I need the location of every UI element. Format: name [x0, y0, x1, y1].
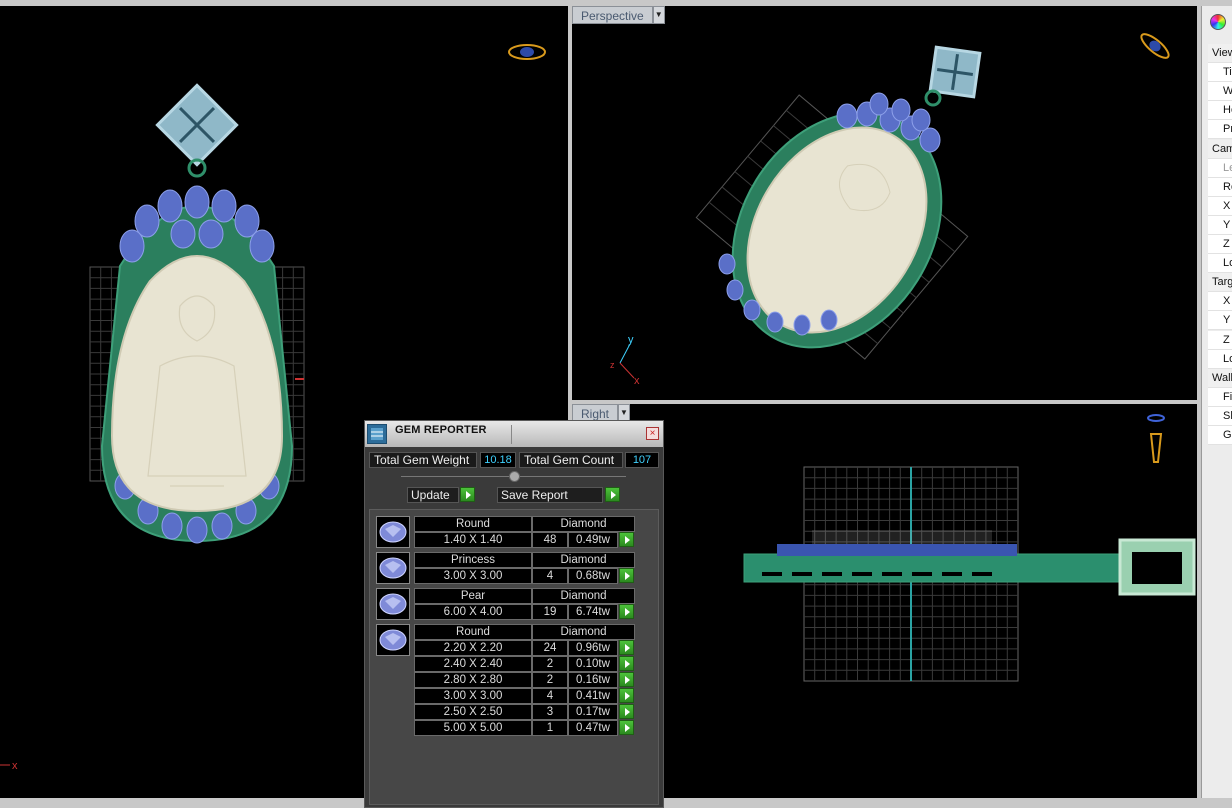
- property-row[interactable]: Tit: [1208, 63, 1232, 83]
- close-icon[interactable]: ×: [646, 427, 659, 440]
- gem-count: 4: [532, 568, 568, 584]
- right-viewport[interactable]: Right ▼: [572, 404, 1197, 798]
- gem-material: Diamond: [532, 624, 635, 640]
- property-row[interactable]: View: [1208, 44, 1232, 63]
- gem-shape: Round: [414, 624, 532, 640]
- gem-reporter-icon: [367, 424, 387, 444]
- total-gem-weight-value: 10.18: [480, 452, 516, 468]
- gem-weight: 0.47tw: [568, 720, 618, 736]
- gem-shape: Princess: [414, 552, 532, 568]
- gem-material: Diamond: [532, 588, 635, 604]
- property-row[interactable]: Gr: [1208, 426, 1232, 445]
- gem-weight: 0.68tw: [568, 568, 618, 584]
- total-gem-count-value: 107: [625, 452, 659, 468]
- gem-size: 2.40 X 2.40: [414, 656, 532, 672]
- gem-weight: 0.16tw: [568, 672, 618, 688]
- gem-count: 1: [532, 720, 568, 736]
- princess-gem-icon: [376, 552, 410, 584]
- gem-weight: 0.41tw: [568, 688, 618, 704]
- axis-x-label: x: [12, 760, 18, 772]
- property-row[interactable]: Lo: [1208, 349, 1232, 369]
- window-title: GEM REPORTER: [395, 424, 487, 436]
- gem-material: Diamond: [532, 552, 635, 568]
- gem-size: 1.40 X 1.40: [414, 532, 532, 548]
- gem-weight: 6.74tw: [568, 604, 618, 620]
- select-gems-arrow-icon[interactable]: [619, 640, 634, 655]
- gem-size: 6.00 X 4.00: [414, 604, 532, 620]
- chevron-down-icon[interactable]: ▼: [652, 6, 665, 24]
- gem-size: 2.20 X 2.20: [414, 640, 532, 656]
- update-arrow-icon[interactable]: [460, 487, 475, 502]
- round-gem-icon: [376, 624, 410, 656]
- save-report-button[interactable]: Save Report: [497, 487, 603, 503]
- select-gems-arrow-icon[interactable]: [619, 704, 634, 719]
- gem-count: 2: [532, 672, 568, 688]
- gem-count: 24: [532, 640, 568, 656]
- gem-shape: Pear: [414, 588, 532, 604]
- select-gems-arrow-icon[interactable]: [619, 532, 634, 547]
- select-gems-arrow-icon[interactable]: [619, 604, 634, 619]
- gem-list[interactable]: Round Diamond 1.40 X 1.40 48 0.49tw Princess D…: [369, 509, 659, 805]
- gem-count: 3: [532, 704, 568, 720]
- property-row[interactable]: Sh: [1208, 406, 1232, 426]
- property-row[interactable]: X: [1208, 196, 1232, 216]
- select-gems-arrow-icon[interactable]: [619, 656, 634, 671]
- gem-material: Diamond: [532, 516, 635, 532]
- select-gems-arrow-icon[interactable]: [619, 720, 634, 735]
- gem-size: 3.00 X 3.00: [414, 688, 532, 704]
- property-row[interactable]: Pr: [1208, 120, 1232, 140]
- select-gems-arrow-icon[interactable]: [619, 688, 634, 703]
- property-row[interactable]: Z: [1208, 330, 1232, 350]
- divider: [511, 425, 512, 444]
- title-bar[interactable]: GEM REPORTER ×: [365, 421, 663, 447]
- gem-weight: 0.96tw: [568, 640, 618, 656]
- gem-weight: 0.10tw: [568, 656, 618, 672]
- viewport-label: Perspective: [581, 8, 644, 23]
- update-button[interactable]: Update: [407, 487, 459, 503]
- property-row[interactable]: X: [1208, 292, 1232, 312]
- total-gem-count-label: Total Gem Count: [519, 452, 623, 468]
- property-row[interactable]: Ro: [1208, 177, 1232, 197]
- color-wheel-icon[interactable]: [1210, 14, 1226, 30]
- collapse-toggle[interactable]: [509, 471, 520, 482]
- gem-weight: 0.17tw: [568, 704, 618, 720]
- gem-size: 2.50 X 2.50: [414, 704, 532, 720]
- gem-count: 48: [532, 532, 568, 548]
- property-row[interactable]: Wall: [1208, 368, 1232, 388]
- axis-z-label: z: [610, 360, 615, 370]
- round-gem-icon: [376, 516, 410, 548]
- axis-y-label: y: [628, 334, 634, 346]
- right-view-model: [743, 414, 1196, 682]
- property-row[interactable]: Lo: [1208, 254, 1232, 274]
- axis-x-label: x: [634, 375, 640, 387]
- gem-shape: Round: [414, 516, 532, 532]
- properties-panel: ViewTitWHePrCamLeRoXYZLoTargXYZLoWallFil…: [1201, 6, 1232, 798]
- gem-size: 2.80 X 2.80: [414, 672, 532, 688]
- gem-count: 2: [532, 656, 568, 672]
- property-row[interactable]: W: [1208, 82, 1232, 102]
- pear-gem-icon: [376, 588, 410, 620]
- property-row[interactable]: He: [1208, 101, 1232, 121]
- gem-count: 19: [532, 604, 568, 620]
- property-row[interactable]: Le: [1208, 158, 1232, 178]
- gem-count: 4: [532, 688, 568, 704]
- perspective-viewport[interactable]: y x z Perspective ▼: [572, 6, 1197, 400]
- select-gems-arrow-icon[interactable]: [619, 568, 634, 583]
- gem-weight: 0.49tw: [568, 532, 618, 548]
- property-row[interactable]: Cam: [1208, 139, 1232, 159]
- property-row[interactable]: Y: [1208, 311, 1232, 331]
- property-row[interactable]: Targ: [1208, 273, 1232, 293]
- total-gem-weight-label: Total Gem Weight: [369, 452, 477, 468]
- tab-perspective[interactable]: Perspective ▼: [572, 6, 665, 24]
- gem-size: 3.00 X 3.00: [414, 568, 532, 584]
- viewport-label: Right: [581, 406, 610, 421]
- select-gems-arrow-icon[interactable]: [619, 672, 634, 687]
- property-row[interactable]: Fil: [1208, 387, 1232, 407]
- save-report-arrow-icon[interactable]: [605, 487, 620, 502]
- property-row[interactable]: Y: [1208, 215, 1232, 235]
- property-row[interactable]: Z: [1208, 235, 1232, 254]
- gem-reporter-window: GEM REPORTER × Total Gem Weight 10.18 To…: [364, 420, 664, 808]
- gem-size: 5.00 X 5.00: [414, 720, 532, 736]
- perspective-view-model: y x z: [610, 33, 1170, 387]
